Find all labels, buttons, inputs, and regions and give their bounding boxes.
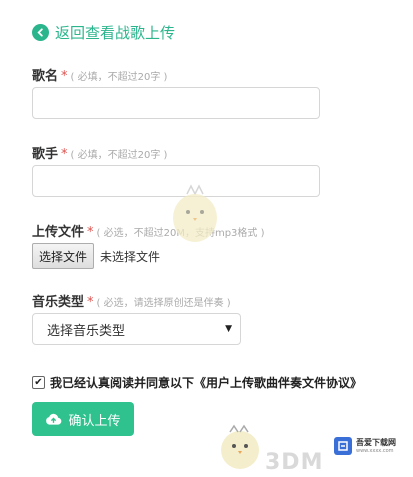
3dm-watermark: 3DM [265,450,324,475]
upload-file-label-text: 上传文件 [32,225,85,240]
singer-label: 歌手 *( 必填，不超过20字 ) [32,143,167,162]
required-mark: * [87,225,94,240]
back-to-uploads-link[interactable]: 返回查看战歌上传 [32,20,175,44]
song-name-label-text: 歌名 [32,69,59,84]
choose-file-button[interactable]: 选择文件 [32,243,95,269]
music-type-select[interactable]: 选择音乐类型 ▼ [32,313,241,345]
required-mark: * [61,69,68,84]
required-mark: * [61,147,68,162]
music-type-selected: 选择音乐类型 [47,323,126,339]
singer-label-text: 歌手 [32,147,59,162]
file-status-text: 未选择文件 [100,249,161,264]
music-type-label: 音乐类型 *( 必选，请选择原创还是伴奏 ) [32,291,231,310]
required-mark: * [87,295,94,310]
agreement-row: ✔ 我已经认真阅读并同意以下《用户上传歌曲伴奏文件协议》 [32,374,362,391]
agreement-label: 我已经认真阅读并同意以下《用户上传歌曲伴奏文件协议》 [50,376,363,390]
confirm-upload-button[interactable]: 确认上传 [32,402,134,436]
music-type-hint: ( 必选，请选择原创还是伴奏 ) [96,298,231,309]
site-watermark: 吾爱下载网 www.xxxx.com [334,437,396,455]
confirm-upload-label: 确认上传 [68,413,121,429]
upload-cloud-icon [46,413,62,425]
site-watermark-name: 吾爱下载网 [356,438,396,448]
music-type-label-text: 音乐类型 [32,295,85,310]
back-link-label: 返回查看战歌上传 [55,23,176,42]
upload-file-label: 上传文件 *( 必选，不超过20M，支持mp3格式 ) [32,221,264,240]
site-logo-icon [334,437,352,455]
chevron-left-circle-icon [32,23,49,41]
singer-input[interactable] [32,165,320,197]
agreement-checkbox[interactable]: ✔ [32,376,45,389]
file-picker: 选择文件 未选择文件 [32,243,160,269]
mascot-watermark-icon-2 [221,424,259,469]
song-name-label: 歌名 *( 必填，不超过20字 ) [32,65,167,84]
song-name-hint: ( 必填，不超过20字 ) [70,72,168,83]
song-name-input[interactable] [32,87,320,119]
upload-file-hint: ( 必选，不超过20M，支持mp3格式 ) [96,228,265,239]
chevron-down-icon: ▼ [225,324,232,334]
singer-hint: ( 必填，不超过20字 ) [70,150,168,161]
site-watermark-url: www.xxxx.com [356,447,394,454]
